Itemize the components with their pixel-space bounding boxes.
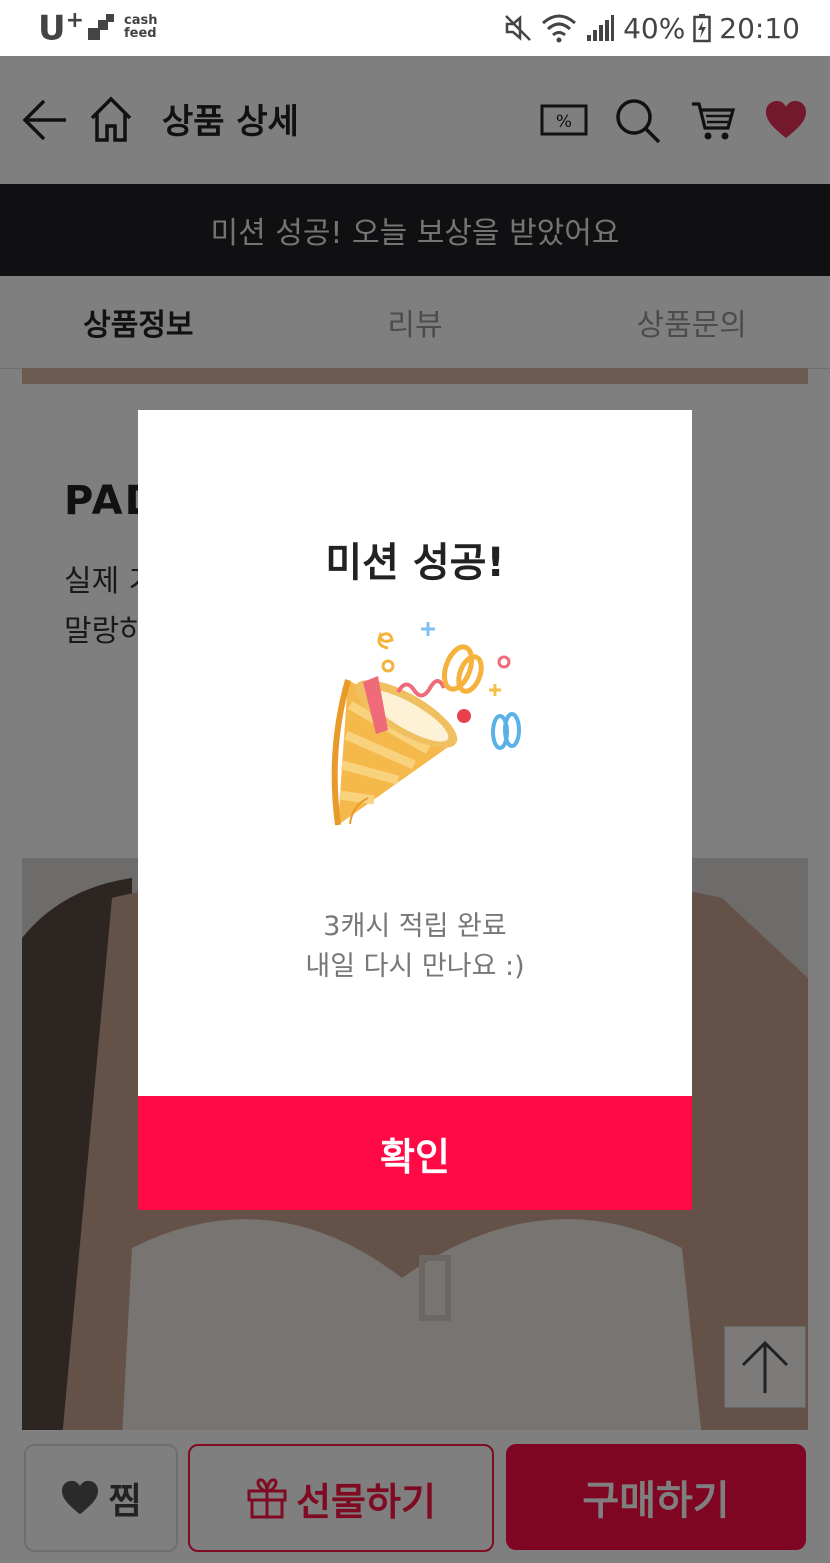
carrier-label: U+: [38, 8, 85, 49]
clock: 20:10: [719, 11, 800, 45]
signal-icon: [587, 15, 615, 41]
dialog-title: 미션 성공!: [325, 540, 505, 586]
wifi-icon: [542, 14, 577, 43]
battery-icon: [693, 14, 712, 43]
reward-message: 3캐시 적립 완료: [323, 911, 507, 942]
confirm-button[interactable]: 확인: [138, 1096, 692, 1210]
cashfeed-logo-icon: [88, 14, 114, 40]
status-bar: U+ cash feed 40% 20:10: [0, 0, 830, 56]
cashfeed-label: cash feed: [124, 13, 158, 41]
mute-icon: [505, 15, 531, 41]
mission-success-dialog: 미션 성공! 3캐시 적립 완료 내일 다시 만나요 :) 확인: [138, 410, 692, 1210]
battery-percent: 40%: [623, 11, 686, 45]
party-popper-icon: [331, 622, 521, 826]
see-you-message: 내일 다시 만나요 :): [305, 951, 525, 982]
status-icons: 40% 20:10: [503, 11, 800, 45]
